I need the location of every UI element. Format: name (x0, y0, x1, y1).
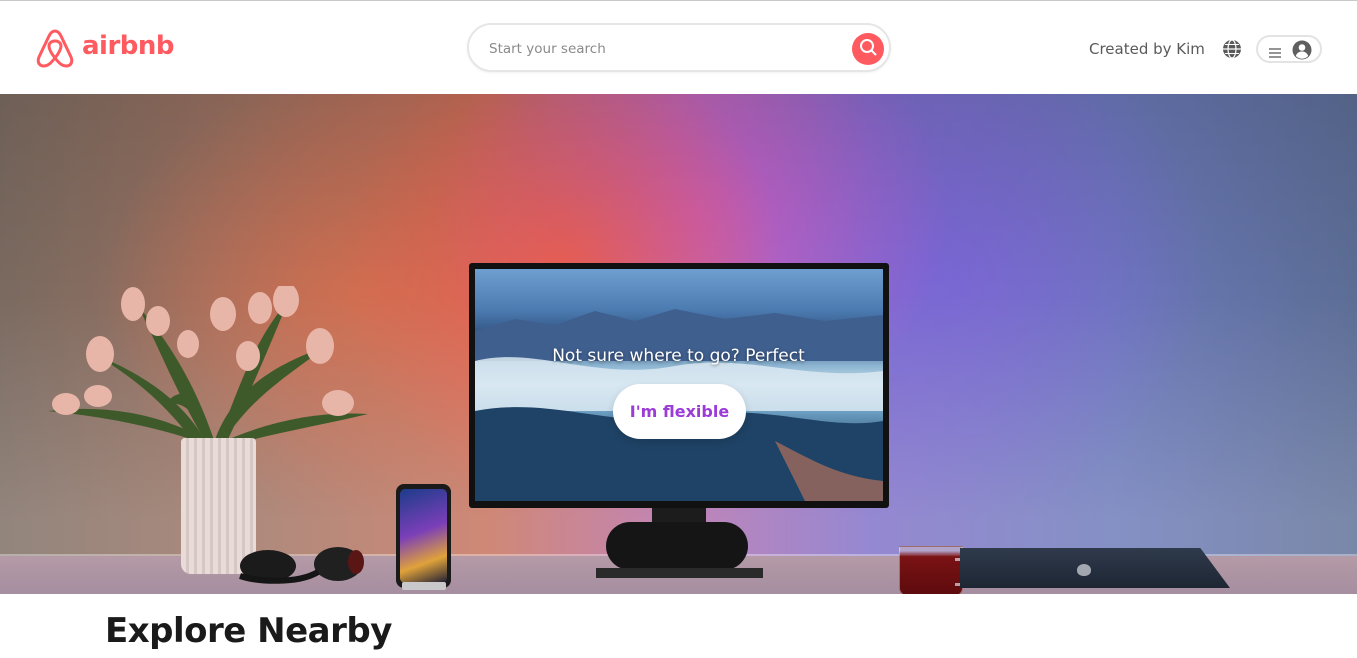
phone-stand (402, 582, 446, 590)
airbnb-logo[interactable]: airbnb (35, 27, 175, 69)
menu-icon (1268, 44, 1282, 63)
profile-menu-button[interactable] (1256, 35, 1322, 63)
search-bar[interactable] (467, 23, 891, 72)
search-input[interactable] (487, 37, 831, 61)
im-flexible-button[interactable]: I'm flexible (613, 384, 746, 439)
globe-icon[interactable] (1221, 38, 1243, 60)
laptop (960, 548, 1230, 588)
user-avatar-icon (1292, 40, 1312, 64)
hero-tagline: Not sure where to go? Perfect (552, 346, 805, 366)
search-icon (859, 38, 877, 60)
right-nav: Created by Kim (1089, 36, 1243, 62)
smartphone (396, 484, 451, 588)
header: airbnb Created by Kim (0, 1, 1357, 94)
apple-logo-icon (1077, 564, 1091, 576)
logo-wordmark: airbnb (82, 31, 175, 61)
search-button[interactable] (852, 33, 884, 65)
tea-cup (899, 546, 963, 594)
airbnb-logo-icon (35, 27, 75, 69)
created-by-link[interactable]: Created by Kim (1089, 40, 1205, 58)
headphones-illustration (239, 547, 364, 584)
section-title: Explore Nearby (105, 611, 392, 651)
monitor-foot (596, 568, 763, 578)
speaker-base (606, 522, 748, 570)
hero-banner: Not sure where to go? Perfect I'm flexib… (0, 94, 1357, 594)
tulip-plant-illustration (48, 286, 368, 448)
phone-screen (400, 489, 447, 583)
